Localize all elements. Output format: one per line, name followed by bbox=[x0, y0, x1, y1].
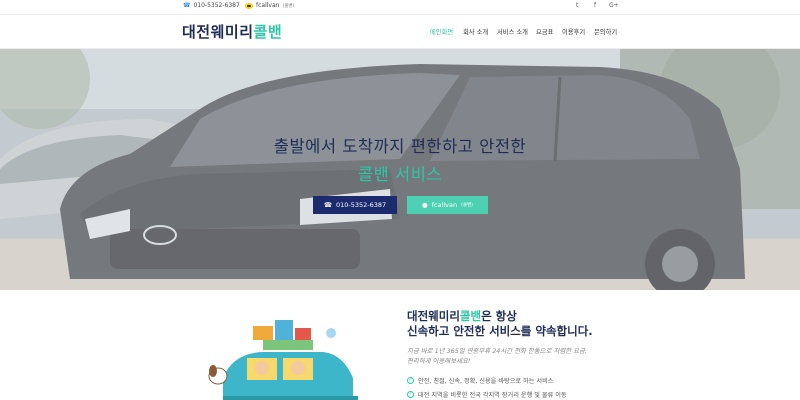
check-circle-icon: ✓ bbox=[407, 391, 414, 398]
intro-desc-line1: 지금 바로 1년 365일 연중무휴 24시간 전화 한통으로 저렴한 요금, bbox=[407, 347, 587, 355]
hero-phone-button-label: 010-5352-6387 bbox=[335, 201, 387, 209]
hero-subheadline: 콜밴 서비스 bbox=[357, 165, 443, 184]
nav-item-home[interactable]: 메인화면 bbox=[430, 27, 453, 36]
topbar-kakao[interactable]: fcallvan (콜밴) bbox=[245, 2, 294, 9]
feature-item: ✓ 대전 지역을 비롯한 전국 각지역 장거리 운행 및 물류 이동 bbox=[407, 390, 567, 399]
intro-section: 대전웨미리콜밴은 항상 신속하고 안전한 서비스를 약속합니다. 지금 바로 1… bbox=[0, 290, 800, 400]
topbar-kakao-suffix: (콜밴) bbox=[282, 3, 295, 9]
nav-item-reviews[interactable]: 이용후기 bbox=[562, 27, 585, 36]
kakaotalk-icon bbox=[245, 2, 253, 9]
hero-headline: 출발에서 도착까지 편한하고 안전한 bbox=[273, 137, 527, 156]
intro-title: 대전웨미리콜밴은 항상 신속하고 안전한 서비스를 약속합니다. bbox=[407, 309, 593, 339]
nav-item-about[interactable]: 회사 소개 bbox=[463, 27, 488, 36]
topbar-kakao-id: fcallvan bbox=[256, 2, 280, 9]
site-logo[interactable]: 대전웨미리콜밴 bbox=[182, 21, 282, 42]
feature-item: ✓ 안전, 친절, 신속, 정확, 신용을 바탕으로 하는 서비스 bbox=[407, 376, 553, 385]
intro-desc-line2: 편리하게 이용해보세요! bbox=[407, 357, 471, 365]
intro-title-tail: 은 항상 bbox=[481, 309, 517, 323]
intro-description: 지금 바로 1년 365일 연중무휴 24시간 전화 한통으로 저렴한 요금, … bbox=[407, 346, 587, 366]
check-circle-icon: ✓ bbox=[407, 377, 414, 384]
hero-kakao-button[interactable]: ● fcallvan (콜밴) bbox=[407, 196, 488, 214]
travel-illustration bbox=[208, 320, 358, 400]
topbar-phone[interactable]: ☎ 010-5352-6387 bbox=[183, 2, 240, 9]
intro-title-accent: 콜밴 bbox=[459, 309, 482, 323]
logo-main-text: 대전웨미리 bbox=[182, 23, 254, 41]
hero-kakao-button-suffix: (콜밴) bbox=[461, 203, 473, 208]
intro-title-line2: 신속하고 안전한 서비스를 약속합니다. bbox=[407, 324, 593, 338]
intro-title-main: 대전웨미리 bbox=[407, 309, 460, 323]
site-header: 대전웨미리콜밴 메인화면 회사 소개 서비스 소개 요금표 이용후기 문의하기 bbox=[0, 15, 800, 49]
nav-item-contact[interactable]: 문의하기 bbox=[594, 27, 617, 36]
nav-item-pricing[interactable]: 요금표 bbox=[536, 27, 553, 36]
top-bar: ☎ 010-5352-6387 fcallvan (콜밴) t f G+ bbox=[0, 0, 800, 15]
feature-text: 대전 지역을 비롯한 전국 각지역 장거리 운행 및 물류 이동 bbox=[418, 392, 567, 399]
feature-text: 안전, 친절, 신속, 정확, 신용을 바탕으로 하는 서비스 bbox=[418, 378, 554, 385]
hero-banner: 출발에서 도착까지 편한하고 안전한 콜밴 서비스 ☎ 010-5352-638… bbox=[0, 49, 800, 290]
hero-phone-button[interactable]: ☎ 010-5352-6387 bbox=[313, 196, 397, 214]
logo-accent-text: 콜밴 bbox=[253, 23, 283, 41]
hero-kakao-button-label: fcallvan bbox=[431, 201, 458, 209]
twitter-icon[interactable]: t bbox=[576, 2, 578, 9]
phone-icon: ☎ bbox=[183, 2, 191, 9]
facebook-icon[interactable]: f bbox=[594, 2, 596, 9]
nav-item-services[interactable]: 서비스 소개 bbox=[497, 27, 528, 36]
topbar-phone-number: 010-5352-6387 bbox=[193, 2, 240, 9]
google-plus-icon[interactable]: G+ bbox=[609, 2, 619, 9]
phone-icon: ☎ bbox=[323, 201, 332, 209]
chat-bubble-icon: ● bbox=[422, 201, 428, 209]
